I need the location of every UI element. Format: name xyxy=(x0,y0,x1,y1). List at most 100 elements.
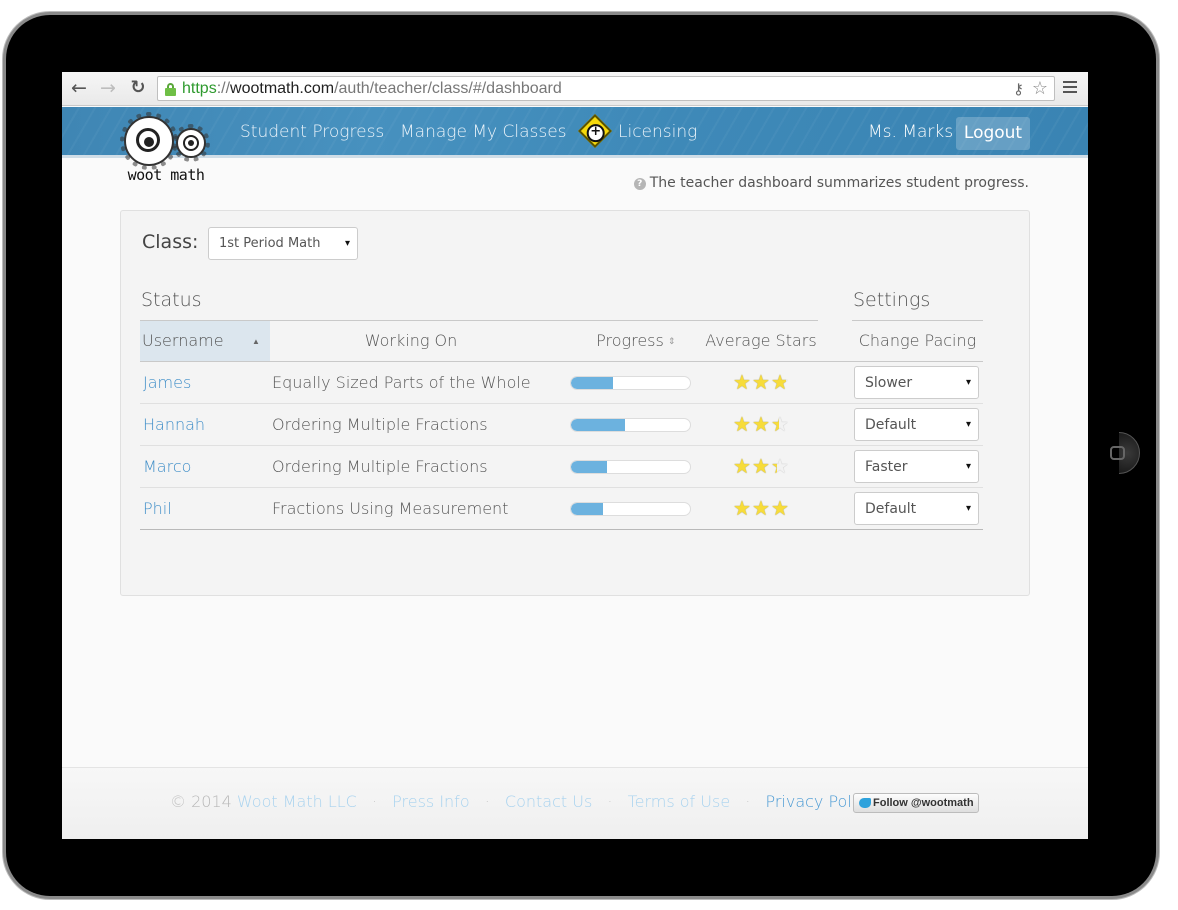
settings-heading: Settings xyxy=(853,289,931,311)
progress-bar-fill xyxy=(571,377,613,389)
pacing-select[interactable]: Faster ▾ xyxy=(854,450,979,483)
url-text[interactable]: https://wootmath.com/auth/teacher/class/… xyxy=(182,80,562,98)
caret-down-icon: ▾ xyxy=(965,461,971,472)
pacing-select-value: Faster xyxy=(865,459,908,475)
footer-link-terms-of-use[interactable]: Terms of Use xyxy=(628,792,731,811)
progress-bar xyxy=(570,376,691,390)
table-row: Phil Fractions Using Measurement ★ ★ ★ ★ ★ ★ Def… xyxy=(140,488,983,530)
average-stars-rating: ★★★★★★ xyxy=(733,371,793,393)
table-row: James Equally Sized Parts of the Whole ★ ★ ★… xyxy=(140,362,983,404)
help-text: ? The teacher dashboard summarizes studen… xyxy=(633,175,1029,191)
lock-icon xyxy=(165,83,176,96)
separator: · xyxy=(484,792,490,811)
twitter-follow-button[interactable]: Follow @wootmath xyxy=(853,793,979,813)
url-host: wootmath.com xyxy=(230,80,335,97)
table-header: Username ▲ Working On ⇕ Progress Average… xyxy=(140,321,983,362)
separator: · xyxy=(607,792,613,811)
user-name: Ms. Marks xyxy=(868,122,954,142)
column-header-progress: Progress xyxy=(596,331,664,350)
address-bar[interactable]: https://wootmath.com/auth/teacher/class/… xyxy=(157,76,1055,101)
average-stars-rating: ★★★★★★ xyxy=(733,455,793,477)
star-icon: ★★ xyxy=(752,496,770,520)
pacing-select[interactable]: Default ▾ xyxy=(854,408,979,441)
browser-menu-icon[interactable] xyxy=(1063,81,1077,95)
gear-icon xyxy=(120,112,178,170)
url-path: /auth/teacher/class/#/dashboard xyxy=(334,80,562,97)
class-label: Class: xyxy=(142,231,199,253)
caret-down-icon: ▾ xyxy=(344,238,350,249)
site-header: Student Progress Manage My Classes Licen… xyxy=(62,107,1088,158)
working-on-cell: Equally Sized Parts of the Whole xyxy=(272,373,531,392)
star-icon: ★★ xyxy=(752,412,770,436)
star-icon: ★★ xyxy=(752,370,770,394)
progress-bar xyxy=(570,460,691,474)
reload-icon[interactable]: ↻ xyxy=(127,77,149,99)
column-header-change-pacing: Change Pacing xyxy=(858,331,977,350)
column-header-username[interactable]: Username ▲ xyxy=(140,321,270,361)
pacing-select-value: Default xyxy=(865,417,917,433)
star-icon: ★★ xyxy=(771,454,789,478)
gear-icon xyxy=(172,124,210,162)
student-username-link[interactable]: James xyxy=(143,362,191,403)
average-stars-rating: ★★★★★★ xyxy=(733,497,793,519)
star-icon: ★★ xyxy=(733,496,751,520)
footer-link-contact-us[interactable]: Contact Us xyxy=(505,792,592,811)
bookmark-star-icon[interactable]: ☆ xyxy=(1032,78,1048,99)
home-button-icon xyxy=(1110,446,1125,460)
logout-button[interactable]: Logout xyxy=(956,117,1030,150)
class-select[interactable]: 1st Period Math ▾ xyxy=(208,227,358,260)
footer-links: © 2014 Woot Math LLC · Press Info · Cont… xyxy=(170,792,905,811)
separator: · xyxy=(745,792,751,811)
pacing-select[interactable]: Slower ▾ xyxy=(854,366,979,399)
sort-ascending-icon[interactable]: ▲ xyxy=(252,322,260,362)
nav-student-progress[interactable]: Student Progress xyxy=(240,122,384,142)
separator: · xyxy=(371,792,378,811)
caret-down-icon: ▾ xyxy=(965,503,971,514)
dashboard-panel: Class: 1st Period Math ▾ Status Settings… xyxy=(120,210,1030,596)
pacing-select[interactable]: Default ▾ xyxy=(854,492,979,525)
progress-bar-fill xyxy=(571,461,607,473)
star-icon: ★★ xyxy=(771,370,789,394)
star-icon: ★★ xyxy=(771,496,789,520)
student-username-link[interactable]: Marco xyxy=(143,446,191,487)
table-row: MarcoOrdering Multiple Fractions★★★★★★Fa… xyxy=(140,446,983,488)
progress-bar xyxy=(570,502,691,516)
licensing-plus-diamond-icon[interactable] xyxy=(578,114,612,148)
footer: © 2014 Woot Math LLC · Press Info · Cont… xyxy=(62,767,1088,839)
student-username-link[interactable]: Hannah xyxy=(143,404,205,445)
nav-licensing[interactable]: Licensing xyxy=(618,122,697,142)
footer-link-company[interactable]: Woot Math LLC xyxy=(237,792,357,811)
browser-toolbar: ← → ↻ https://wootmath.com/auth/teacher/… xyxy=(62,72,1088,106)
twitter-follow-label: Follow @wootmath xyxy=(873,797,974,809)
student-table-body: James Equally Sized Parts of the Whole ★ ★ ★… xyxy=(140,362,983,530)
working-on-cell: Ordering Multiple Fractions xyxy=(272,457,488,476)
column-header-average-stars: Average Stars xyxy=(705,331,817,350)
progress-bar-fill xyxy=(571,503,604,515)
woot-math-logo[interactable]: woot math xyxy=(120,108,212,184)
star-icon: ★★ xyxy=(733,454,751,478)
column-label: Username xyxy=(142,331,224,350)
caret-down-icon: ▾ xyxy=(965,377,971,388)
star-icon: ★★ xyxy=(733,370,751,394)
twitter-bird-icon xyxy=(859,798,871,808)
star-icon: ★★ xyxy=(733,412,751,436)
class-select-value: 1st Period Math xyxy=(219,236,321,251)
progress-bar xyxy=(570,418,691,432)
working-on-cell: Fractions Using Measurement xyxy=(272,499,509,518)
star-icon: ★★ xyxy=(752,454,770,478)
back-icon[interactable]: ← xyxy=(68,77,90,99)
logo-text: woot math xyxy=(127,166,205,184)
star-icon: ★★ xyxy=(771,412,789,436)
column-header-working-on[interactable]: Working On ⇕ xyxy=(270,321,676,361)
pacing-select-value: Default xyxy=(865,501,917,517)
nav-manage-my-classes[interactable]: Manage My Classes xyxy=(400,122,567,142)
copyright: © 2014 xyxy=(170,792,232,811)
question-circle-icon: ? xyxy=(633,178,646,190)
footer-link-press-info[interactable]: Press Info xyxy=(392,792,469,811)
forward-icon[interactable]: → xyxy=(97,77,119,99)
key-icon[interactable]: ⚷ xyxy=(1013,80,1024,98)
progress-bar-fill xyxy=(571,419,625,431)
url-scheme: https xyxy=(182,80,217,97)
status-heading: Status xyxy=(141,289,202,311)
student-username-link[interactable]: Phil xyxy=(143,488,172,529)
